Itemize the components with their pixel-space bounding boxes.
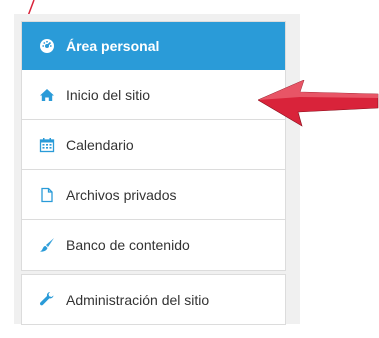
nav-item-label: Área personal — [66, 38, 160, 54]
file-icon — [38, 186, 56, 204]
nav-item-label: Banco de contenido — [66, 237, 190, 253]
nav-item-administracion-del-sitio[interactable]: Administración del sitio — [22, 275, 285, 324]
dashboard-icon — [38, 37, 56, 55]
nav-item-inicio-del-sitio[interactable]: Inicio del sitio — [22, 70, 285, 120]
admin-nav-group: Administración del sitio — [21, 274, 286, 325]
wrench-icon — [38, 291, 56, 309]
nav-item-label: Inicio del sitio — [66, 86, 151, 103]
paintbrush-icon — [38, 236, 56, 254]
nav-item-label: Archivos privados — [66, 186, 177, 203]
home-icon — [38, 86, 56, 104]
annotation-arrow — [258, 80, 379, 127]
nav-item-banco-de-contenido[interactable]: Banco de contenido — [22, 220, 285, 270]
calendar-icon — [38, 136, 56, 154]
nav-item-calendario[interactable]: Calendario — [22, 120, 285, 170]
navigation-menu: Área personal Inicio del sitio Calendari… — [21, 21, 286, 325]
nav-item-area-personal[interactable]: Área personal — [22, 22, 285, 70]
nav-item-label: Calendario — [66, 136, 134, 153]
nav-item-archivos-privados[interactable]: Archivos privados — [22, 170, 285, 220]
main-nav-group: Área personal Inicio del sitio Calendari… — [21, 21, 286, 271]
nav-item-label: Administración del sitio — [66, 291, 210, 308]
